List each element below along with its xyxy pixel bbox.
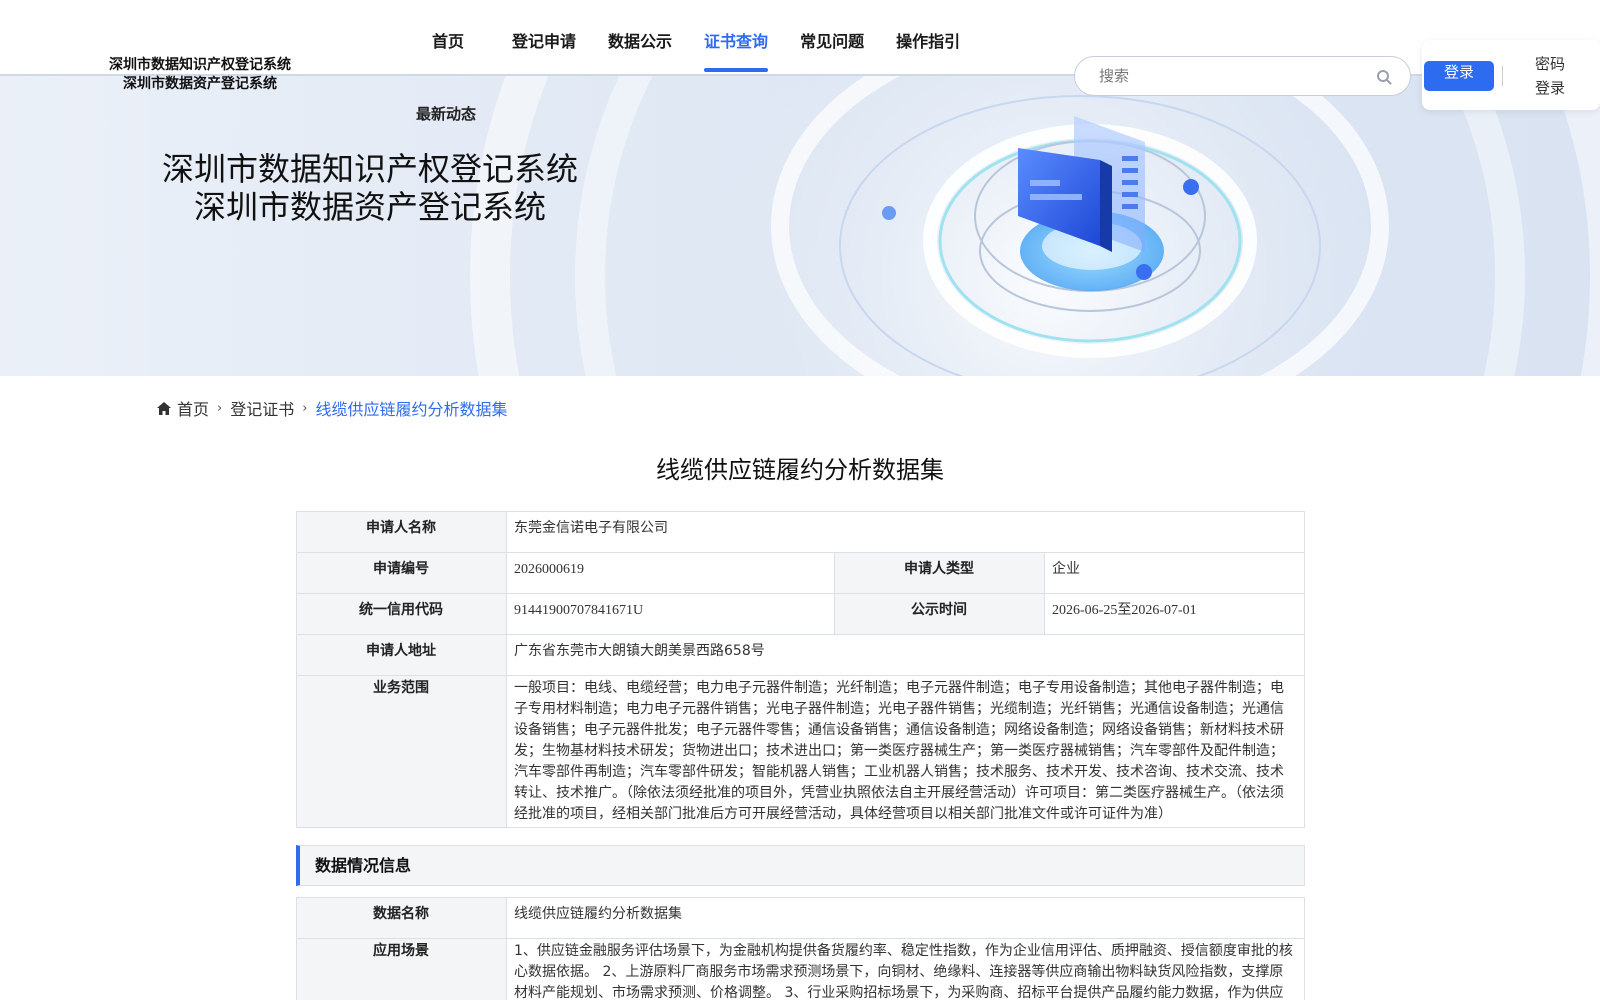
nav-home[interactable]: 首页 — [432, 24, 464, 74]
publicity-time-label: 公示时间 — [834, 593, 1045, 635]
nav-latest-news[interactable]: 最新动态 — [416, 103, 476, 124]
applicant-address-label: 申请人地址 — [296, 634, 507, 676]
business-scope-label: 业务范围 — [296, 675, 507, 828]
logo-line-1: 深圳市数据知识产权登记系统 — [109, 57, 291, 73]
banner-title: 深圳市数据知识产权登记系统 深圳市数据资产登记系统 — [130, 150, 610, 226]
applicant-name-value: 东莞金信诺电子有限公司 — [506, 511, 1305, 553]
nav-register-apply[interactable]: 登记申请 — [512, 24, 576, 74]
banner-title-line-1: 深圳市数据知识产权登记系统 — [161, 150, 578, 188]
nav-certificate-query[interactable]: 证书查询 — [704, 24, 769, 74]
breadcrumb-home[interactable]: 首页 — [177, 396, 209, 420]
chevron-right-icon: › — [302, 400, 308, 416]
password-login-link[interactable]: 密码登录 — [1530, 52, 1570, 100]
banner-title-line-2: 深圳市数据资产登记系统 — [193, 188, 546, 226]
login-divider — [1502, 66, 1503, 86]
search-input[interactable] — [1099, 65, 1359, 87]
publicity-time-value: 2026-06-25至2026-07-01 — [1044, 593, 1305, 635]
table-row: 数据名称 线缆供应链履约分析数据集 — [296, 897, 1305, 939]
search-box — [1074, 56, 1411, 96]
table-row: 业务范围 一般项目：电线、电缆经营；电力电子元器件制造；光纤制造；电子元器件制造… — [296, 675, 1305, 828]
application-number-label: 申请编号 — [296, 552, 507, 594]
home-icon — [157, 401, 171, 415]
nav-faq[interactable]: 常见问题 — [800, 24, 864, 74]
applicant-info-table: 申请人名称 东莞金信诺电子有限公司 申请编号 2026000619 申请人类型 … — [296, 511, 1305, 828]
business-scope-value: 一般项目：电线、电缆经营；电力电子元器件制造；光纤制造；电子元器件制造；电子专用… — [506, 675, 1305, 828]
nav-guide[interactable]: 操作指引 — [896, 24, 960, 74]
hero-banner: 深圳市数据知识产权登记系统 深圳市数据资产登记系统 — [0, 76, 1600, 376]
data-name-value: 线缆供应链履约分析数据集 — [506, 897, 1305, 939]
nav-data-publicity[interactable]: 数据公示 — [608, 24, 672, 74]
page-title: 线缆供应链履约分析数据集 — [656, 456, 944, 484]
table-row: 申请人地址 广东省东莞市大朗镇大朗美景西路658号 — [296, 634, 1305, 676]
chevron-right-icon: › — [217, 400, 223, 416]
application-scenario-label: 应用场景 — [296, 938, 507, 1000]
applicant-address-value: 广东省东莞市大朗镇大朗美景西路658号 — [506, 634, 1305, 676]
banner-illustration — [470, 76, 1600, 376]
application-scenario-value: 1、供应链金融服务评估场景下，为金融机构提供备货履约率、稳定性指数，作为企业信用… — [506, 938, 1305, 1000]
search-icon[interactable] — [1376, 69, 1392, 85]
login-button[interactable]: 登录 — [1424, 61, 1494, 91]
table-row: 申请编号 2026000619 申请人类型 企业 — [296, 552, 1305, 594]
credit-code-label: 统一信用代码 — [296, 593, 507, 635]
logo-line-2: 深圳市数据资产登记系统 — [123, 76, 277, 92]
data-info-table: 数据名称 线缆供应链履约分析数据集 应用场景 1、供应链金融服务评估场景下，为金… — [296, 897, 1305, 1000]
site-logo[interactable]: 深圳市数据知识产权登记系统 深圳市数据资产登记系统 — [90, 56, 310, 94]
table-row: 申请人名称 东莞金信诺电子有限公司 — [296, 511, 1305, 553]
applicant-type-label: 申请人类型 — [834, 552, 1045, 594]
applicant-type-value: 企业 — [1044, 552, 1305, 594]
login-panel: 登录 密码登录 — [1422, 40, 1600, 110]
applicant-name-label: 申请人名称 — [296, 511, 507, 553]
data-name-label: 数据名称 — [296, 897, 507, 939]
table-row: 统一信用代码 91441900707841671U 公示时间 2026-06-2… — [296, 593, 1305, 635]
data-info-section-heading: 数据情况信息 — [296, 845, 1305, 886]
table-row: 应用场景 1、供应链金融服务评估场景下，为金融机构提供备货履约率、稳定性指数，作… — [296, 938, 1305, 1000]
application-number-value: 2026000619 — [506, 552, 835, 594]
breadcrumb-certificates[interactable]: 登记证书 — [230, 396, 294, 420]
main-nav: 首页 登记申请 数据公示 证书查询 常见问题 操作指引 — [416, 24, 992, 74]
breadcrumb-current: 线缆供应链履约分析数据集 — [315, 400, 508, 419]
credit-code-value: 91441900707841671U — [506, 593, 835, 635]
breadcrumb: 首页 › 登记证书 › 线缆供应链履约分析数据集 — [157, 396, 507, 420]
